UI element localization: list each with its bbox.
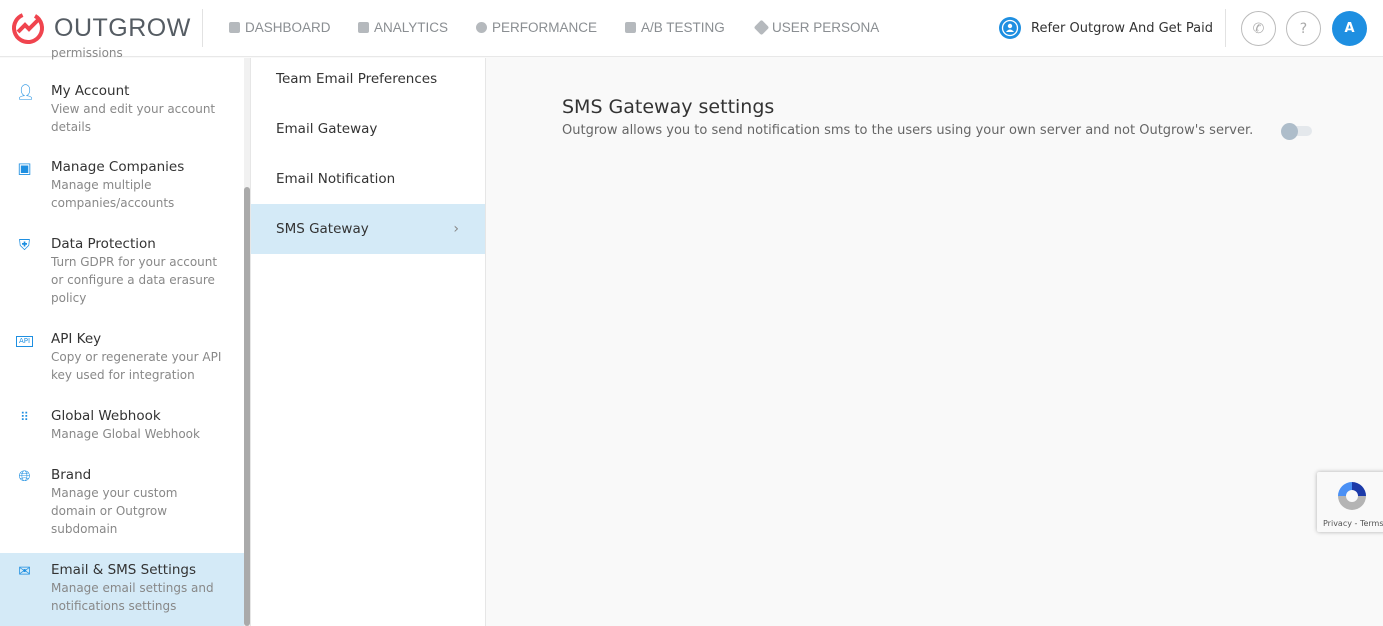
dashboard-icon: [229, 22, 240, 33]
outgrow-logo-icon: [12, 12, 44, 44]
help-icon: ?: [1299, 20, 1308, 37]
submenu-sms-gateway[interactable]: SMS Gateway ›: [251, 204, 485, 254]
nav-performance[interactable]: PERFORMANCE: [476, 20, 597, 35]
recaptcha-badge[interactable]: Privacy - Terms: [1317, 472, 1383, 532]
nav-dashboard[interactable]: DASHBOARD: [229, 20, 331, 35]
submenu-email-notification[interactable]: Email Notification: [251, 154, 485, 204]
top-header: OUTGROW DASHBOARD ANALYTICS PERFORMANCE …: [0, 0, 1383, 57]
globe-icon: 🌐︎: [18, 467, 31, 485]
avatar[interactable]: A: [1332, 11, 1367, 46]
refer-link[interactable]: Refer Outgrow And Get Paid: [998, 16, 1213, 40]
nav-analytics[interactable]: ANALYTICS: [358, 20, 448, 35]
submenu-panel: Team Email Preferences Email Gateway Ema…: [250, 58, 486, 626]
referral-icon: [999, 17, 1021, 39]
divider: [1225, 9, 1226, 47]
phone-icon: ✆: [1252, 20, 1265, 37]
ab-test-icon: [625, 22, 636, 33]
chevron-right-icon: ›: [453, 221, 459, 237]
page-title: SMS Gateway settings: [562, 96, 775, 118]
bar-chart-icon: [358, 22, 369, 33]
submenu-email-gateway[interactable]: Email Gateway: [251, 104, 485, 154]
speedometer-icon: [476, 22, 487, 33]
webhook-icon: ⠿: [20, 410, 29, 424]
toggle-knob: [1281, 123, 1298, 140]
email-settings-icon: ✉: [18, 562, 31, 580]
sidebar-item-my-account[interactable]: 👤︎ My Account View and edit your account d…: [0, 82, 244, 136]
api-icon: API: [16, 336, 33, 347]
help-button[interactable]: ?: [1286, 11, 1321, 46]
sidebar-item-email-sms-settings[interactable]: ✉ Email & SMS Settings Manage email settin…: [0, 553, 244, 626]
privacy-terms-links[interactable]: Privacy - Terms: [1323, 519, 1383, 528]
sidebar-item-api-key[interactable]: API API Key Copy or regenerate your API ke…: [0, 330, 244, 384]
sms-gateway-toggle[interactable]: [1281, 123, 1312, 140]
companies-icon: ▣: [17, 159, 32, 177]
tags-icon: [753, 19, 770, 36]
sidebar-item-brand[interactable]: 🌐︎ Brand Manage your custom domain or Outg…: [0, 466, 244, 538]
sidebar-item-manage-companies[interactable]: ▣ Manage Companies Manage multiple compani…: [0, 158, 244, 212]
sidebar-item-data-protection[interactable]: ⛨ Data Protection Turn GDPR for your accou…: [0, 235, 244, 307]
user-icon: 👤︎: [16, 83, 36, 101]
divider: [202, 9, 203, 47]
partial-item-text: permissions: [51, 46, 123, 60]
settings-sidebar: permissions 👤︎ My Account View and edit yo…: [0, 46, 244, 626]
phone-button[interactable]: ✆: [1241, 11, 1276, 46]
nav-ab-testing[interactable]: A/B TESTING: [625, 20, 725, 35]
shield-icon: ⛨: [18, 236, 31, 254]
sidebar-item-global-webhook[interactable]: ⠿ Global Webhook Manage Global Webhook: [0, 407, 244, 443]
recaptcha-icon: [1338, 482, 1366, 510]
nav-user-persona[interactable]: USER PERSONA: [753, 19, 879, 36]
submenu-team-email-preferences[interactable]: Team Email Preferences: [251, 54, 485, 104]
page-description: Outgrow allows you to send notification …: [562, 123, 1254, 138]
outgrow-logo[interactable]: OUTGROW: [10, 10, 191, 46]
